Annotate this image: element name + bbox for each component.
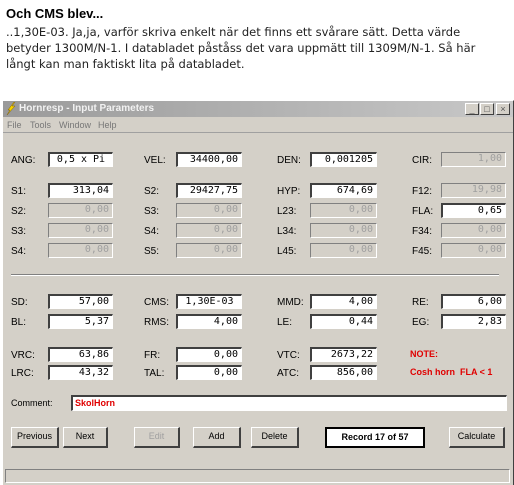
vtc-label: VTC:	[277, 350, 300, 361]
s3-secondary-label: S3:	[11, 226, 27, 237]
calculate-button[interactable]: Calculate	[449, 427, 505, 448]
note-label: NOTE:	[410, 349, 438, 359]
bl-label: BL:	[11, 317, 27, 328]
s1-field[interactable]: 313,04	[48, 183, 113, 198]
hornresp-window: Hornresp - Input Parameters _ □ × File T…	[2, 100, 514, 485]
ang-field[interactable]: 0,5 x Pi	[48, 152, 113, 167]
post-body: ..1,30E-03. Ja,ja, varför skriva enkelt …	[6, 25, 476, 71]
rms-label: RMS:	[144, 317, 169, 328]
edit-button: Edit	[134, 427, 180, 448]
menu-bar: File Tools Window Help	[3, 118, 513, 132]
bl-field[interactable]: 5,37	[48, 314, 113, 329]
fr-field[interactable]: 0,00	[176, 347, 242, 362]
delete-button[interactable]: Delete	[251, 427, 299, 448]
eg-label: EG:	[412, 317, 430, 328]
s4-secondary-field: 0,00	[48, 243, 113, 258]
vel-field[interactable]: 34400,00	[176, 152, 242, 167]
menu-help[interactable]: Help	[98, 120, 117, 130]
ang-label: ANG:	[11, 155, 36, 166]
tal-label: TAL:	[144, 368, 165, 379]
hornresp-app-icon	[6, 102, 16, 115]
l45-field: 0,00	[310, 243, 377, 258]
hyp-label: HYP:	[277, 186, 301, 197]
l23-label: L23:	[277, 206, 297, 217]
mmd-label: MMD:	[277, 297, 304, 308]
f34-field: 0,00	[441, 223, 506, 238]
close-button[interactable]: ×	[496, 103, 510, 115]
add-button[interactable]: Add	[193, 427, 241, 448]
vel-label: VEL:	[144, 155, 166, 166]
record-indicator: Record 17 of 57	[325, 427, 425, 448]
mmd-field[interactable]: 4,00	[310, 294, 377, 309]
le-field[interactable]: 0,44	[310, 314, 377, 329]
fla-label: FLA:	[412, 206, 434, 217]
minimize-button[interactable]: _	[465, 103, 479, 115]
s2-secondary-field: 0,00	[48, 203, 113, 218]
atc-field[interactable]: 856,00	[310, 365, 377, 380]
menu-divider	[3, 132, 513, 133]
next-button[interactable]: Next	[63, 427, 108, 448]
re-label: RE:	[412, 297, 429, 308]
window-title: Hornresp - Input Parameters	[19, 103, 155, 114]
comment-label: Comment:	[11, 398, 53, 408]
forum-post: Och CMS blev... ..1,30E-03. Ja,ja, varfö…	[0, 0, 514, 96]
previous-button[interactable]: Previous	[11, 427, 59, 448]
f12-field: 19,98	[441, 183, 506, 198]
lrc-field[interactable]: 43,32	[48, 365, 113, 380]
l23-field: 0,00	[310, 203, 377, 218]
fla-field[interactable]: 0,65	[441, 203, 506, 218]
s4-secondary-label: S4:	[11, 246, 27, 257]
l34-field: 0,00	[310, 223, 377, 238]
maximize-button[interactable]: □	[480, 103, 494, 115]
cms-field[interactable]: 1,30E-03	[176, 294, 242, 309]
eg-field[interactable]: 2,83	[441, 314, 506, 329]
comment-field[interactable]: SkolHorn	[71, 395, 507, 411]
cir-label: CIR:	[412, 155, 432, 166]
section-divider	[11, 274, 499, 276]
vrc-label: VRC:	[11, 350, 35, 361]
f45-label: F45:	[412, 246, 433, 257]
note-text: Cosh horn FLA < 1	[410, 367, 493, 377]
fr-label: FR:	[144, 350, 161, 361]
cms-label: CMS:	[144, 297, 169, 308]
sd-label: SD:	[11, 297, 28, 308]
sd-field[interactable]: 57,00	[48, 294, 113, 309]
s4-field: 0,00	[176, 223, 242, 238]
hyp-field[interactable]: 674,69	[310, 183, 377, 198]
re-field[interactable]: 6,00	[441, 294, 506, 309]
l34-label: L34:	[277, 226, 297, 237]
post-title: Och CMS blev...	[6, 6, 104, 21]
s3-secondary-field: 0,00	[48, 223, 113, 238]
input-parameters-panel: ANG: 0,5 x Pi VEL: 34400,00 DEN: 0,00120…	[7, 136, 507, 466]
rms-field[interactable]: 4,00	[176, 314, 242, 329]
den-field[interactable]: 0,001205	[310, 152, 377, 167]
menu-tools[interactable]: Tools	[30, 120, 51, 130]
vrc-field[interactable]: 63,86	[48, 347, 113, 362]
f45-field: 0,00	[441, 243, 506, 258]
s4-label: S4:	[144, 226, 160, 237]
lrc-label: LRC:	[11, 368, 34, 379]
tal-field[interactable]: 0,00	[176, 365, 242, 380]
s2-secondary-label: S2:	[11, 206, 27, 217]
le-label: LE:	[277, 317, 293, 328]
s3-label: S3:	[144, 206, 160, 217]
s2-label: S2:	[144, 186, 160, 197]
menu-file[interactable]: File	[7, 120, 22, 130]
s5-field: 0,00	[176, 243, 242, 258]
den-label: DEN:	[277, 155, 301, 166]
f12-label: F12:	[412, 186, 433, 197]
vtc-field[interactable]: 2673,22	[310, 347, 377, 362]
cir-field: 1,00	[441, 152, 506, 167]
f34-label: F34:	[412, 226, 433, 237]
title-bar[interactable]: Hornresp - Input Parameters _ □ ×	[3, 101, 513, 117]
l45-label: L45:	[277, 246, 297, 257]
menu-window[interactable]: Window	[59, 120, 91, 130]
s2-field[interactable]: 29427,75	[176, 183, 242, 198]
atc-label: ATC:	[277, 368, 300, 379]
status-bar	[5, 469, 510, 483]
s1-label: S1:	[11, 186, 27, 197]
s5-label: S5:	[144, 246, 160, 257]
s3-field: 0,00	[176, 203, 242, 218]
